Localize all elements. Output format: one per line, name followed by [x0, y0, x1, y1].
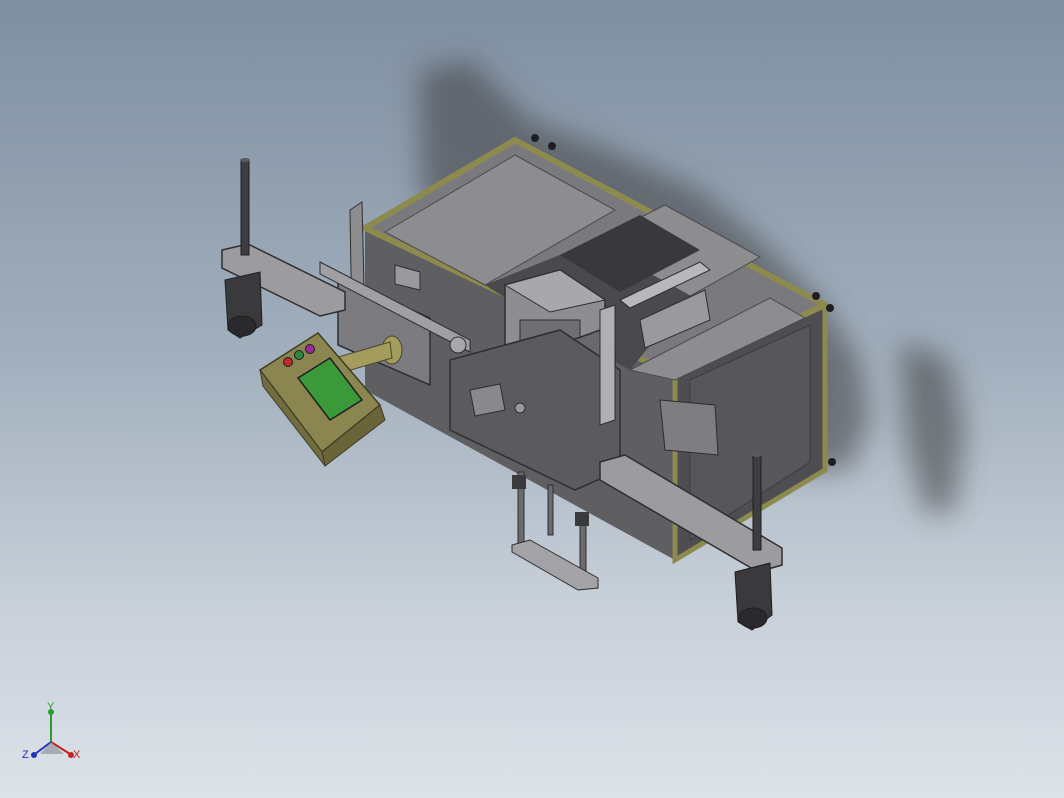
red-button — [283, 357, 293, 367]
purple-button — [305, 344, 315, 354]
x-axis-label: X — [73, 749, 81, 761]
green-button — [294, 350, 304, 360]
graphics-viewport[interactable]: Y X Z — [0, 0, 1064, 798]
y-axis-label: Y — [47, 701, 55, 713]
z-axis-label: Z — [22, 749, 29, 761]
guide-plate — [659, 399, 719, 456]
cad-model-scene[interactable] — [0, 0, 1064, 798]
left-conveyor-arm[interactable] — [221, 158, 346, 339]
orientation-triad: Y X Z — [18, 702, 88, 768]
